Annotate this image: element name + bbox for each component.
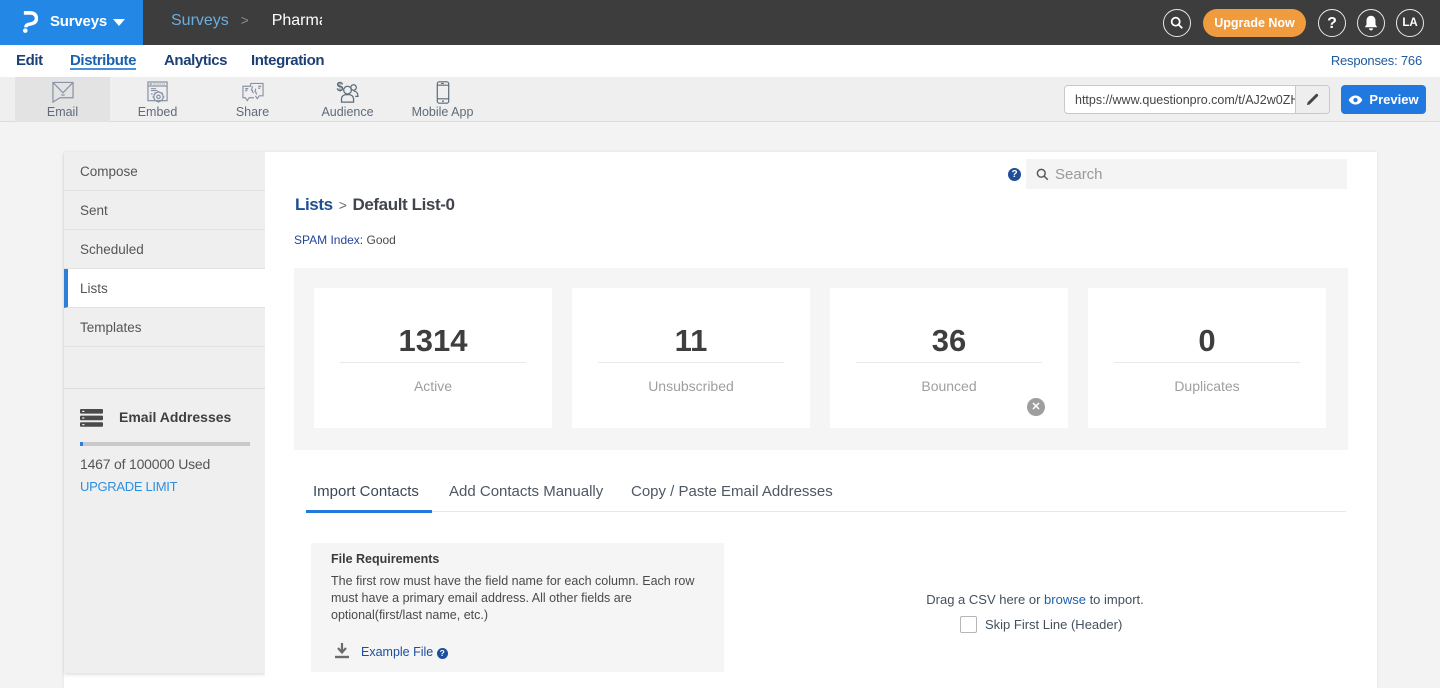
svg-text:$: $ <box>336 81 343 94</box>
